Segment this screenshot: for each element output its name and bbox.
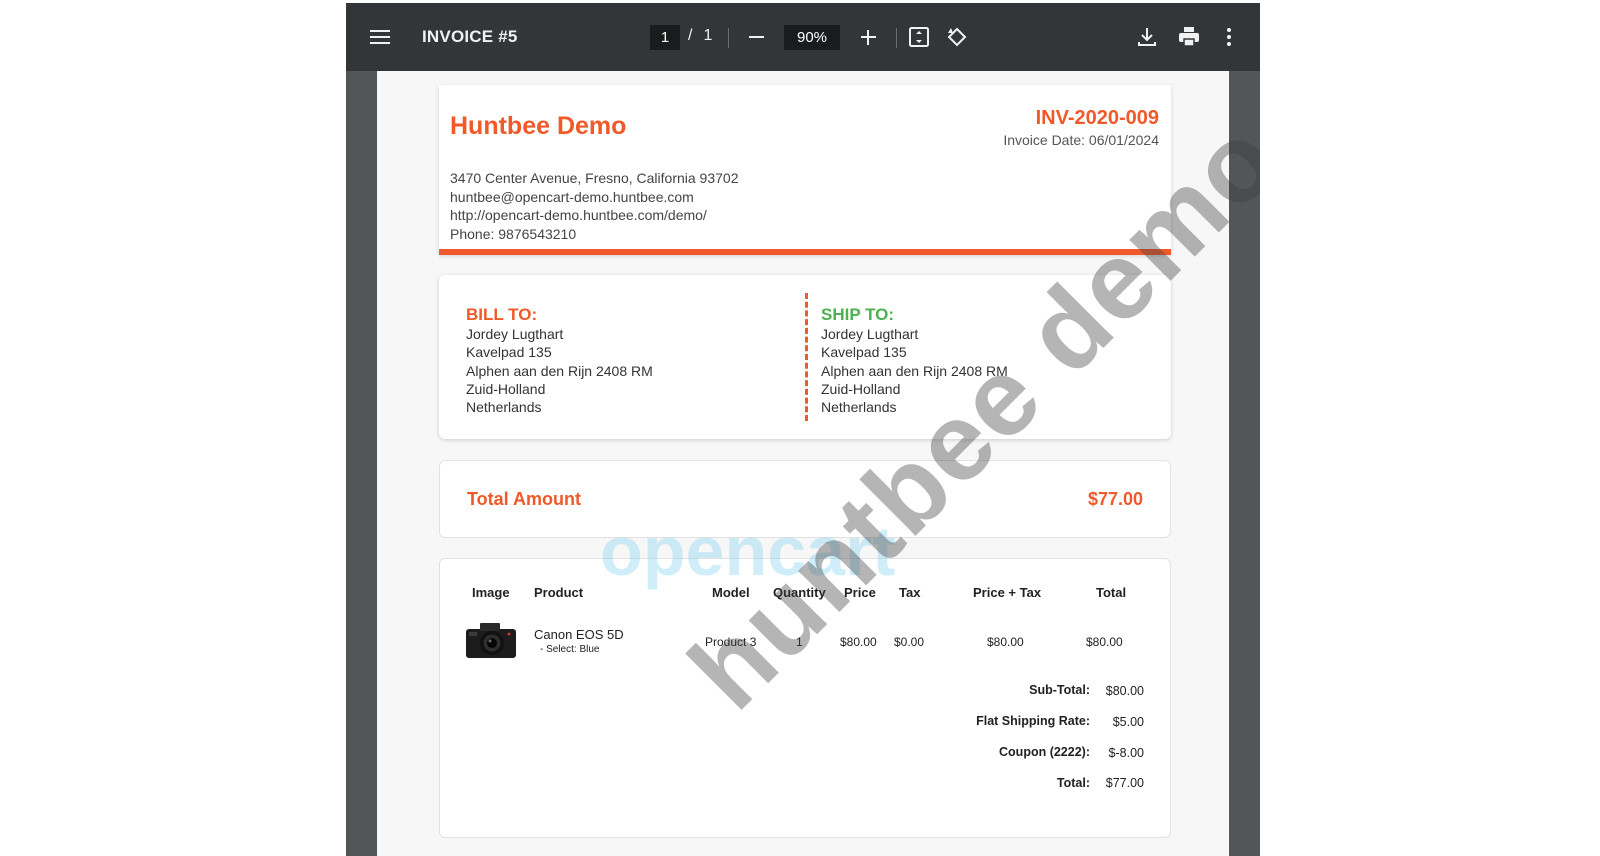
subtotal-value: $80.00	[1105, 684, 1144, 698]
column-header-image: Image	[472, 585, 510, 600]
page-separator: /	[688, 27, 693, 44]
invoice-header-card: Huntbee Demo INV-2020-009 Invoice Date: …	[439, 85, 1171, 255]
store-details: 3470 Center Avenue, Fresno, California 9…	[450, 169, 739, 243]
product-option: - Select: Blue	[540, 644, 600, 655]
product-model: Product 3	[705, 635, 757, 649]
store-phone: Phone: 9876543210	[450, 225, 577, 242]
invoice-body: Huntbee Demo INV-2020-009 Invoice Date: …	[417, 71, 1191, 856]
product-price-tax: $80.00	[987, 635, 1024, 649]
toolbar-divider	[896, 28, 897, 48]
ship-to-block: SHIP TO: Jordey Lugthart Kavelpad 135 Al…	[821, 305, 1008, 416]
invoice-date: Invoice Date: 06/01/2024	[1003, 132, 1159, 148]
zoom-out-icon[interactable]	[744, 25, 768, 49]
pdf-viewer: INVOICE #5 1 / 1 90% Huntbee Demo INV-20…	[346, 3, 1260, 856]
bill-to-heading: BILL TO:	[466, 305, 538, 324]
column-header-tax: Tax	[899, 585, 921, 600]
ship-to-heading: SHIP TO:	[821, 305, 895, 324]
zoom-in-icon[interactable]	[856, 25, 880, 49]
address-divider	[805, 293, 808, 421]
store-address: 3470 Center Avenue, Fresno, California 9…	[450, 170, 739, 186]
items-table-card: Image Product Model Quantity Price Tax P…	[439, 558, 1171, 838]
shipping-value: $5.00	[1112, 715, 1144, 729]
total-amount-card: Total Amount $77.00	[439, 460, 1171, 538]
total-amount-label: Total Amount	[467, 489, 581, 509]
shipping-label: Flat Shipping Rate:	[976, 714, 1090, 728]
product-price: $80.00	[840, 635, 877, 649]
column-header-price-tax: Price + Tax	[973, 585, 1042, 600]
page-number-input[interactable]: 1	[650, 25, 680, 50]
rotate-icon[interactable]	[944, 24, 970, 50]
column-header-product: Product	[534, 585, 584, 600]
document-title: INVOICE #5	[422, 27, 518, 46]
fit-page-icon[interactable]	[906, 24, 932, 50]
bill-to-line: Kavelpad 135	[466, 344, 552, 361]
grand-total-label: Total:	[1056, 776, 1090, 790]
camera-product-image	[466, 623, 516, 658]
pdf-page: Huntbee Demo INV-2020-009 Invoice Date: …	[377, 71, 1229, 856]
product-total: $80.00	[1086, 635, 1123, 649]
coupon-label: Coupon (2222):	[999, 745, 1090, 759]
column-header-quantity: Quantity	[773, 585, 826, 600]
bill-to-line: Zuid-Holland	[466, 380, 546, 397]
pdf-toolbar: INVOICE #5 1 / 1 90%	[346, 3, 1260, 71]
download-icon[interactable]	[1134, 24, 1160, 50]
more-options-icon[interactable]	[1216, 24, 1242, 50]
bill-to-block: BILL TO: Jordey Lugthart Kavelpad 135 Al…	[466, 305, 653, 416]
print-icon[interactable]	[1176, 24, 1202, 50]
store-url: http://opencart-demo.huntbee.com/demo/	[450, 207, 707, 223]
ship-to-line: Zuid-Holland	[821, 380, 901, 397]
toolbar-divider	[728, 28, 729, 48]
column-header-model: Model	[712, 585, 750, 600]
ship-to-line: Jordey Lugthart	[821, 326, 919, 342]
product-quantity: 1	[796, 635, 803, 649]
address-card: BILL TO: Jordey Lugthart Kavelpad 135 Al…	[439, 275, 1171, 439]
product-name: Canon EOS 5D	[534, 627, 624, 642]
store-email: huntbee@opencart-demo.huntbee.com	[450, 188, 694, 205]
bill-to-line: Netherlands	[466, 399, 542, 416]
invoice-number: INV-2020-009	[1035, 107, 1159, 129]
page-total: 1	[703, 27, 713, 44]
column-header-price: Price	[844, 585, 876, 600]
store-name: Huntbee Demo	[450, 112, 627, 140]
total-amount-value: $77.00	[1087, 489, 1143, 509]
subtotal-label: Sub-Total:	[1029, 683, 1090, 697]
column-header-total: Total	[1096, 585, 1127, 600]
ship-to-line: Kavelpad 135	[821, 344, 907, 361]
coupon-value: $-8.00	[1108, 746, 1144, 760]
ship-to-line: Alphen aan den Rijn 2408 RM	[821, 362, 1008, 379]
zoom-input[interactable]: 90%	[784, 25, 840, 50]
product-tax: $0.00	[894, 635, 925, 649]
bill-to-line: Alphen aan den Rijn 2408 RM	[466, 362, 653, 379]
menu-icon[interactable]	[368, 25, 392, 49]
ship-to-line: Netherlands	[821, 399, 897, 416]
grand-total-value: $77.00	[1105, 776, 1144, 790]
bill-to-line: Jordey Lugthart	[466, 326, 564, 342]
